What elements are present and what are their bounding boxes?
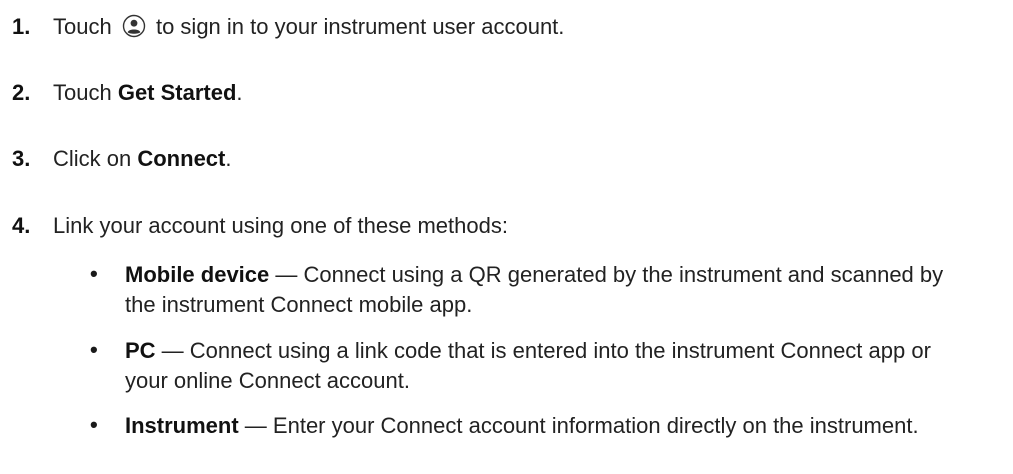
get-started-label: Get Started bbox=[117, 80, 237, 105]
step-text: Click on Connect. bbox=[53, 145, 231, 173]
connect-label: Connect bbox=[137, 146, 226, 171]
step-text: Touch to sign in to your instrument user… bbox=[53, 13, 564, 41]
method-name: PC bbox=[125, 338, 156, 363]
step-number: 3. bbox=[12, 146, 31, 171]
method-description: Enter your Connect account information d… bbox=[272, 413, 919, 438]
bullet-icon: • bbox=[90, 261, 98, 286]
step-text: Touch Get Started. bbox=[53, 79, 243, 107]
step-text-before: Touch bbox=[53, 80, 118, 105]
method-separator: — bbox=[238, 413, 273, 438]
step-number: 1. bbox=[12, 14, 31, 39]
bullet-icon: • bbox=[90, 412, 98, 437]
method-text: Mobile device — Connect using a QR gener… bbox=[125, 260, 965, 320]
step-text-after: to sign in to your instrument user accou… bbox=[155, 14, 565, 39]
step-number: 2. bbox=[12, 80, 31, 105]
user-account-icon bbox=[122, 14, 146, 38]
method-separator: — bbox=[269, 262, 304, 287]
bullet-icon: • bbox=[90, 337, 98, 362]
method-text: PC — Connect using a link code that is e… bbox=[125, 336, 965, 396]
step-number: 4. bbox=[12, 213, 31, 238]
method-name: Mobile device bbox=[125, 262, 270, 287]
step-text-after: . bbox=[225, 146, 232, 171]
method-name: Instrument bbox=[125, 413, 239, 438]
step-text-after: . bbox=[236, 80, 243, 105]
instruction-document: 1. Touch to sign in to your instrument u… bbox=[0, 0, 1013, 474]
step-text-before: Click on bbox=[53, 146, 138, 171]
step-text: Link your account using one of these met… bbox=[53, 213, 508, 238]
method-text: Instrument — Enter your Connect account … bbox=[125, 411, 965, 441]
method-separator: — bbox=[155, 338, 190, 363]
step-text-before: Touch bbox=[53, 14, 112, 39]
method-description: Connect using a link code that is entere… bbox=[125, 338, 931, 393]
